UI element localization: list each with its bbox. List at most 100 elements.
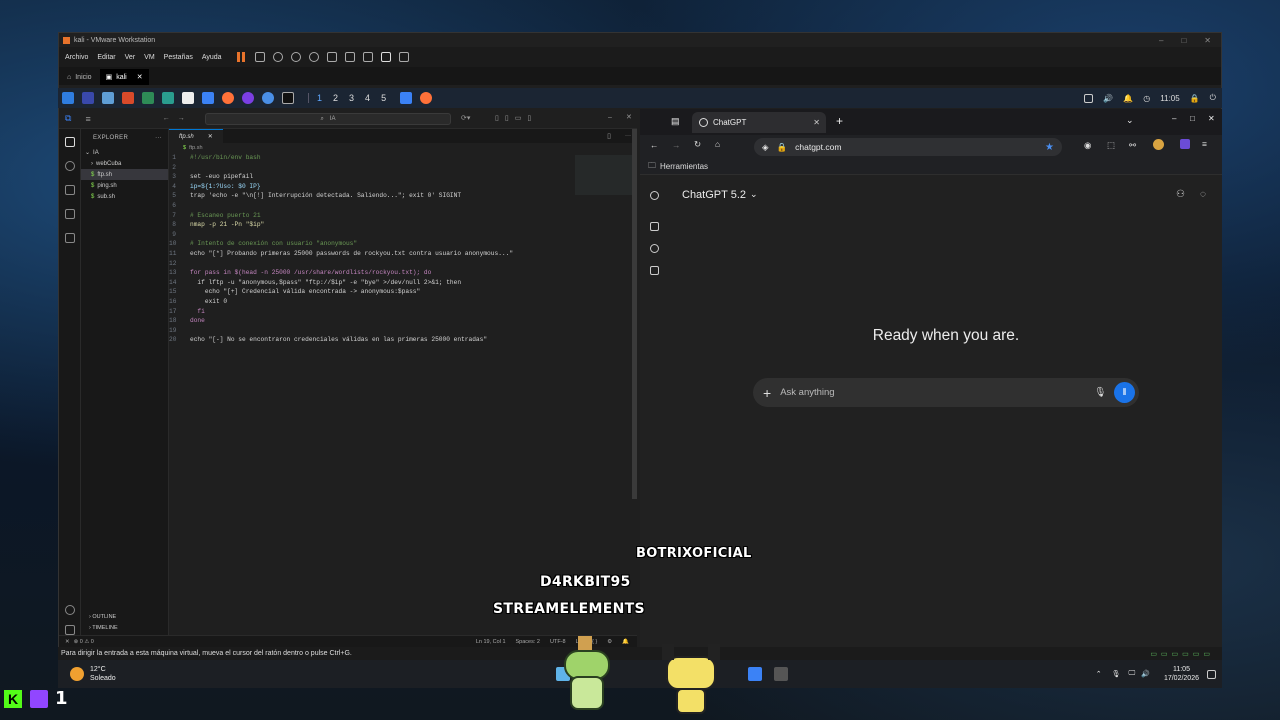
menu-vm[interactable]: VM [144,54,155,61]
code-line[interactable]: 5 trap 'echo -e "\n[!] Interrupción detec… [169,191,637,201]
cursor-position[interactable]: Ln 19, Col 1 [476,639,506,645]
problems-indicator[interactable]: ⊗ 0 ⚠ 0 [74,639,94,645]
bookmark-star-icon[interactable]: ★ [1045,142,1054,153]
tray-chevron-icon[interactable]: ⌃ [1096,670,1102,678]
fullscreen-icon[interactable] [362,52,373,62]
firefox-window-icon[interactable] [420,92,433,104]
stretch-icon[interactable] [398,52,409,62]
workspace-3[interactable]: 3 [349,93,354,103]
account-icon[interactable] [65,605,75,615]
close-tab-icon[interactable]: ✕ [208,133,213,140]
kali-menu-icon[interactable] [62,92,74,104]
code-line[interactable]: 9 [169,230,637,240]
extensions-icon[interactable] [64,233,75,243]
profile-icon[interactable]: ◉ [1084,140,1091,151]
indentation[interactable]: Spaces: 2 [516,639,540,645]
back-icon[interactable]: ← [650,140,659,150]
source-control-icon[interactable] [64,185,75,195]
code-line[interactable]: 15 echo "[+] Credencial válida encontrad… [169,287,637,297]
code-line[interactable]: 16 exit 0 [169,297,637,307]
menu-ayuda[interactable]: Ayuda [202,54,222,61]
thumbnail-icon[interactable] [344,52,355,62]
code-line[interactable]: 8 nmap -p 21 -Pn "$ip" [169,220,637,230]
code-line[interactable]: 13 for pass in $(head -n 25000 /usr/share… [169,268,637,278]
close-window-icon[interactable]: ✕ [1208,114,1215,123]
openai-logo-icon[interactable] [650,191,659,200]
code-line[interactable]: 3 set -euo pipefail [169,172,637,182]
extension-shield-icon[interactable] [1180,139,1190,149]
bookmark-herramientas[interactable]: Herramientas [660,162,708,171]
firefox-icon[interactable] [222,92,234,104]
speaker-icon[interactable]: 🔊 [1141,670,1150,678]
extensions-icon[interactable]: ⬚ [1107,140,1115,151]
more-actions-icon[interactable]: ··· [155,135,162,141]
tab-search-icon[interactable]: ▤ [671,116,680,127]
remote-icon[interactable]: ✕ [65,639,70,645]
code-line[interactable]: 14 if lftp -u "anonymous,$pass" "ftp://$… [169,278,637,288]
temporary-chat-icon[interactable]: ◌ [1200,189,1206,200]
send-keys-icon[interactable] [254,52,265,62]
microphone-icon[interactable]: 🎙 [1094,387,1106,398]
snapshot-manager-icon[interactable] [308,52,319,62]
code-line[interactable]: 6 [169,201,637,211]
weather-icon[interactable] [70,667,84,681]
code-line[interactable]: 7 # Escaneo puerto 21 [169,211,637,221]
workspace-4[interactable]: 4 [365,93,370,103]
weather-widget[interactable]: 12°C Soleado [90,665,116,683]
reload-icon[interactable]: ↻ [694,139,701,150]
menu-ver[interactable]: Ver [125,54,136,61]
editor-tab-ftp[interactable]: ftp.sh ✕ [169,129,223,143]
avatar[interactable] [1153,139,1164,150]
taskbar-clock[interactable]: 11:05 17/02/2026 [1164,665,1199,683]
incognito-icon[interactable]: ⚯ [1129,140,1136,151]
code-line[interactable]: 18 done [169,316,637,326]
tor-icon[interactable] [242,92,254,104]
new-chat-icon[interactable] [650,222,659,231]
attach-plus-icon[interactable]: + [763,385,771,401]
breadcrumb[interactable]: $ ftp.sh [169,143,637,153]
window-close-icon[interactable]: ✕ [626,113,632,121]
forward-arrow-icon[interactable]: → [178,115,185,122]
new-tab-icon[interactable]: + [836,114,843,128]
settings-gear-icon[interactable] [65,625,75,635]
code-line[interactable]: 1 #!/usr/bin/env bash [169,153,637,163]
tree-item-ftp[interactable]: $ ftp.sh [81,169,168,180]
notes-icon[interactable] [182,92,194,104]
vim-icon[interactable] [142,92,154,104]
desktop-icon[interactable] [82,92,94,104]
code-line[interactable]: 2 [169,163,637,173]
code-line[interactable]: 17 fi [169,307,637,317]
code-line[interactable]: 11 echo "[*] Probando primeras 25000 pass… [169,249,637,259]
console-view-icon[interactable] [380,52,391,62]
vscode-window-icon[interactable] [400,92,413,104]
notification-center-icon[interactable] [1207,669,1216,679]
tree-item-webcuba[interactable]: › webCuba [81,158,168,169]
forward-icon[interactable]: → [672,140,681,150]
terminal-icon[interactable] [282,92,294,104]
device-status-icons[interactable]: ▭▭▭▭▭▭ [1150,650,1214,658]
voice-mode-button[interactable]: ⫴ [1114,382,1135,403]
library-icon[interactable] [326,52,337,62]
code-line[interactable]: 19 [169,326,637,336]
mic-tray-icon[interactable]: 🎙 [1112,670,1121,678]
files-icon[interactable] [102,92,114,104]
maximize-icon[interactable]: □ [1181,36,1186,45]
vmware-taskbar-icon[interactable] [773,667,788,681]
command-center-search[interactable]: ⌕ IA [205,113,451,125]
back-arrow-icon[interactable]: ← [163,115,170,122]
workspace-5[interactable]: 5 [381,93,386,103]
code-lines[interactable]: 1 #!/usr/bin/env bash 2 3 set -euo pipefail 4… [169,153,637,345]
close-icon[interactable]: ✕ [1204,36,1211,45]
editor-more-icon[interactable]: ··· [625,133,631,139]
minimize-icon[interactable]: – [1172,114,1176,123]
lock-icon[interactable]: 🔒 [1190,94,1200,103]
share-user-icon[interactable]: ⚇ [1176,189,1185,200]
folder-row[interactable]: ⌄ IA [81,147,168,158]
tab-kali[interactable]: ▣ kali ✕ [99,69,149,85]
pause-icon[interactable] [236,52,247,62]
home-icon[interactable]: ⌂ [715,139,720,149]
hamburger-menu-icon[interactable]: ≡ [85,114,90,124]
browser-tab-chatgpt[interactable]: ChatGPT ✕ [692,112,826,133]
split-editor-icon[interactable]: ▯ [607,132,611,140]
revert-snapshot-icon[interactable] [290,52,301,62]
